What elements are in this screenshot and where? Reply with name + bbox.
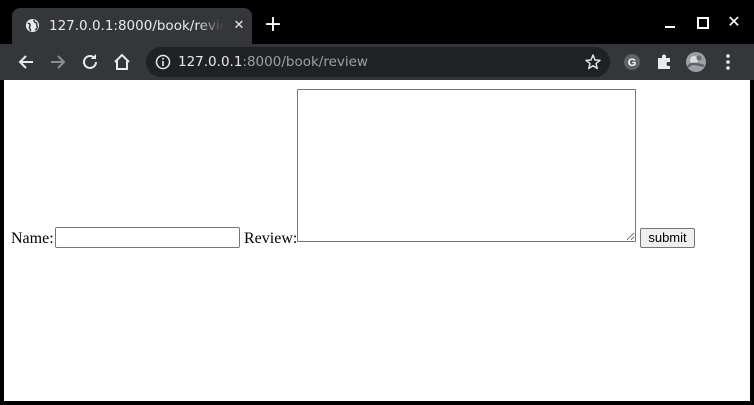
address-bar[interactable]: 127.0.0.1:8000/book/review xyxy=(146,47,610,77)
plus-icon[interactable]: + xyxy=(262,14,284,36)
name-input[interactable] xyxy=(55,227,240,248)
browser-window: 127.0.0.1:8000/book/review ✕ + ✕ 127.0.0… xyxy=(0,0,754,405)
page-content: Name: Review: submit xyxy=(4,80,750,401)
browser-toolbar: 127.0.0.1:8000/book/review G xyxy=(0,44,754,80)
url-path: :8000/book/review xyxy=(242,54,368,70)
review-label: Review: xyxy=(244,230,298,247)
maximize-icon[interactable] xyxy=(692,12,712,32)
url-text[interactable]: 127.0.0.1:8000/book/review xyxy=(178,53,368,71)
window-close-icon[interactable]: ✕ xyxy=(724,12,744,32)
reload-icon[interactable] xyxy=(79,51,101,73)
svg-text:G: G xyxy=(628,57,637,69)
review-textarea[interactable] xyxy=(297,89,636,242)
puzzle-icon[interactable] xyxy=(653,51,675,73)
submit-button[interactable]: submit xyxy=(640,228,695,248)
browser-tab[interactable]: 127.0.0.1:8000/book/review ✕ xyxy=(12,8,252,44)
close-icon[interactable]: ✕ xyxy=(231,18,247,34)
globe-icon xyxy=(25,18,40,33)
info-icon[interactable] xyxy=(155,54,171,70)
tab-strip: 127.0.0.1:8000/book/review ✕ + ✕ xyxy=(0,0,754,44)
kebab-menu-icon[interactable] xyxy=(717,51,739,73)
tab-title: 127.0.0.1:8000/book/review xyxy=(49,18,224,34)
arrow-left-icon[interactable] xyxy=(15,51,37,73)
arrow-right-icon[interactable] xyxy=(47,51,69,73)
home-icon[interactable] xyxy=(111,51,133,73)
url-host: 127.0.0.1 xyxy=(178,54,243,70)
minimize-icon[interactable] xyxy=(660,12,680,32)
name-label: Name: xyxy=(11,230,54,247)
star-icon[interactable] xyxy=(584,53,602,71)
avatar[interactable] xyxy=(685,51,707,73)
google-icon[interactable]: G xyxy=(621,51,643,73)
